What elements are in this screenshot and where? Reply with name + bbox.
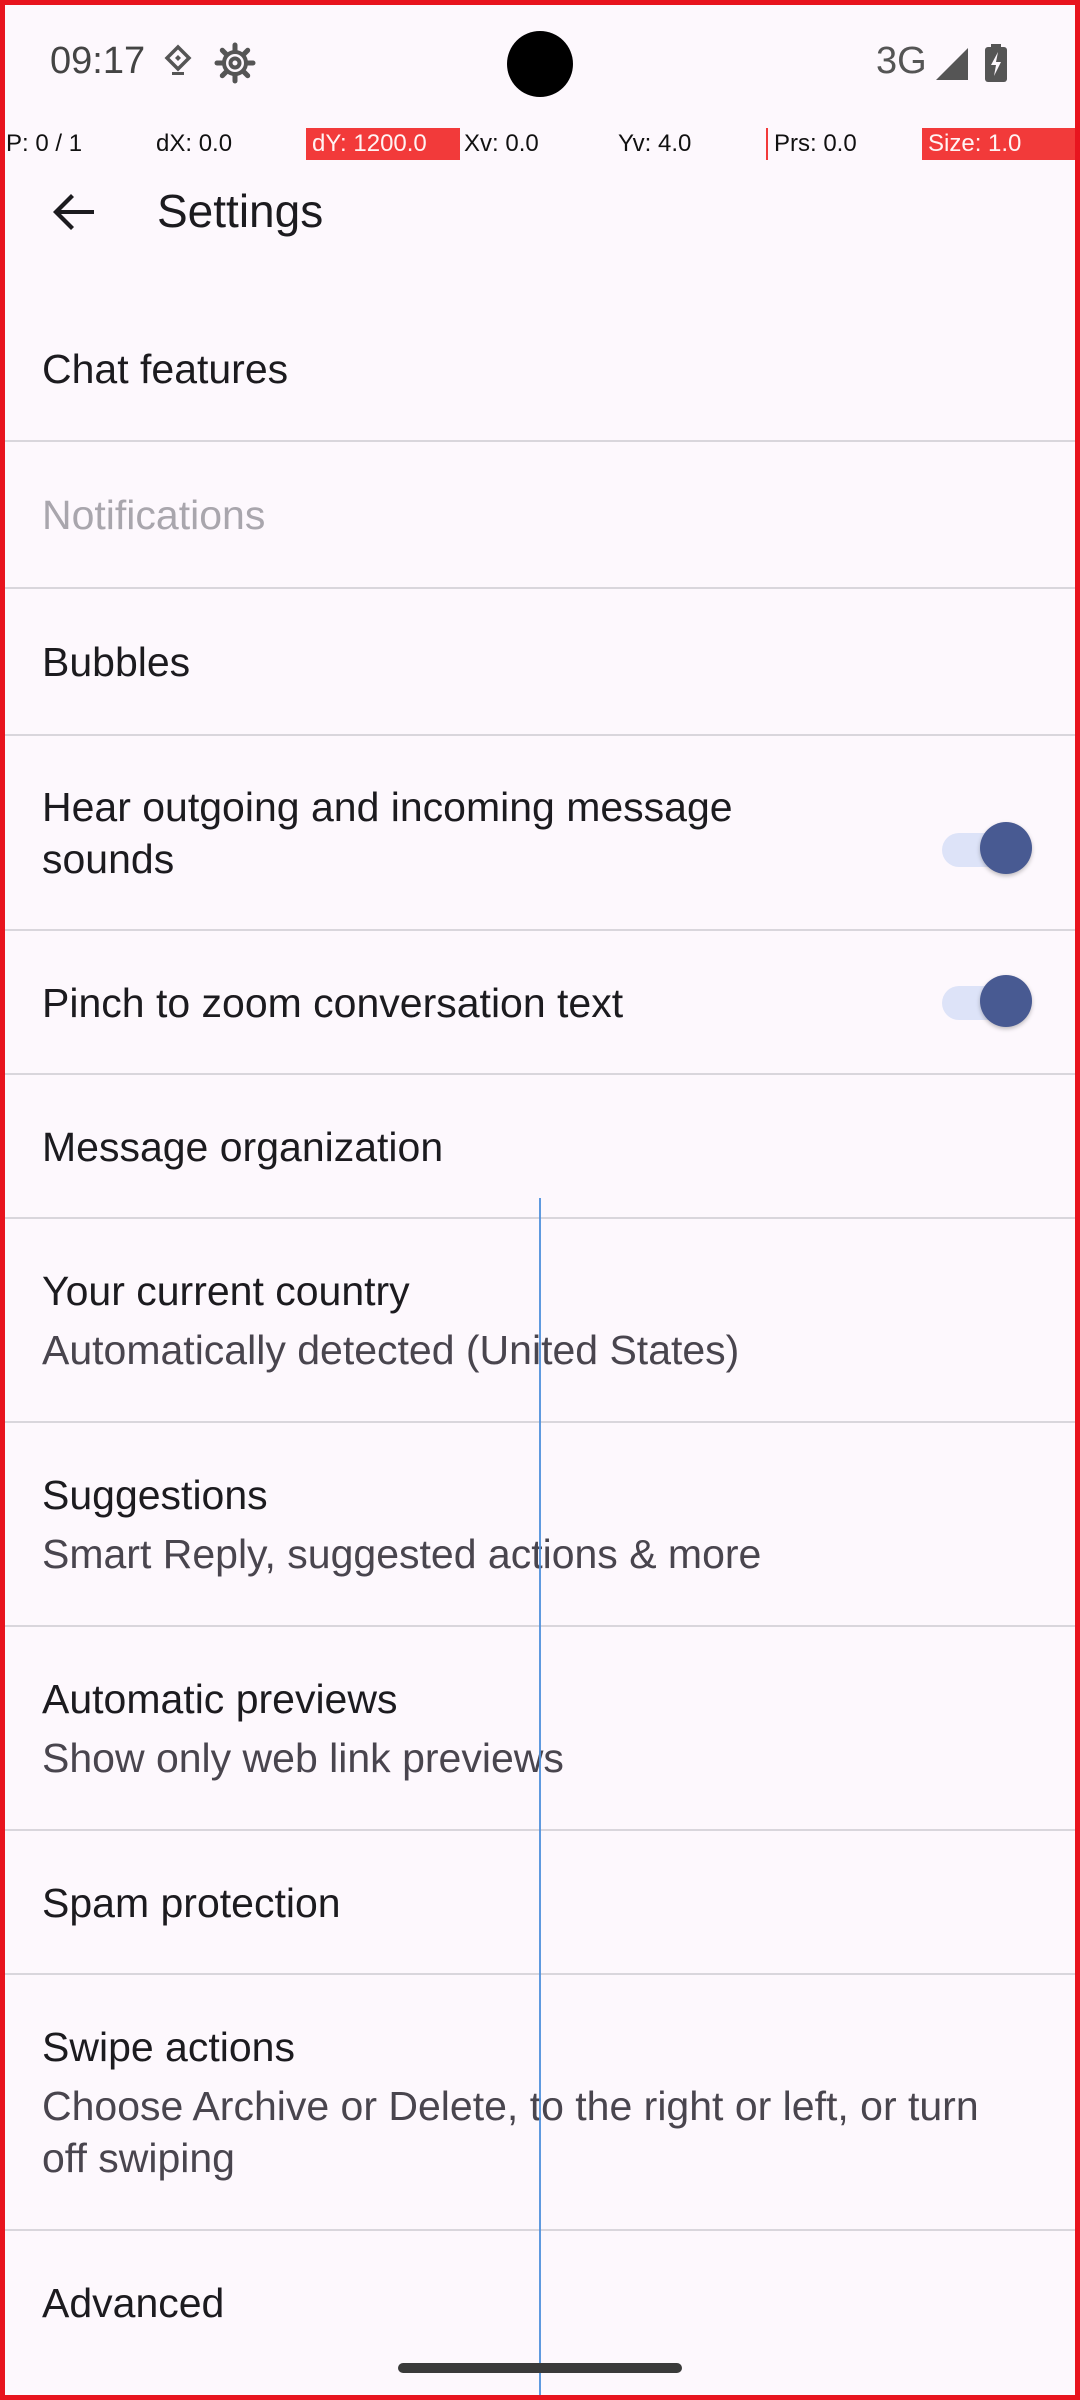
signal-icon [934,46,970,87]
settings-item-message-sounds[interactable]: Hear outgoing and incoming message sound… [5,736,1075,931]
status-time: 09:17 [50,40,146,82]
item-subtitle: Show only web link previews [42,1735,564,1781]
debug-size: Size: 1.0 [922,128,1080,160]
camera-cutout [507,31,573,97]
debug-pressure: Prs: 0.0 [766,128,857,160]
item-subtitle: Smart Reply, suggested actions & more [42,1531,762,1577]
item-title: Notifications [42,492,266,538]
back-button[interactable] [36,174,112,250]
location-icon [163,44,193,83]
item-title: Suggestions [42,1472,268,1518]
debug-dy: dY: 1200.0 [306,128,460,160]
message-sounds-toggle[interactable] [942,822,1032,874]
settings-item-chat-features[interactable]: Chat features [5,296,1075,442]
item-title: Chat features [42,346,289,392]
settings-item-bubbles[interactable]: Bubbles [5,589,1075,736]
item-title: Message organization [42,1124,444,1170]
item-title[interactable]: Bubbles [42,636,190,688]
item-title: Automatic previews [42,1676,398,1722]
settings-item-notifications: Notifications [5,442,1075,589]
pinch-to-zoom-toggle[interactable] [942,975,1032,1027]
item-subtitle: Automatically detected (United States) [42,1327,740,1373]
item-title: Swipe actions [42,2024,295,2070]
item-title: Hear outgoing and incoming message sound… [42,784,733,882]
pointer-debug-bar: P: 0 / 1 dX: 0.0 dY: 1200.0 Xv: 0.0 Yv: … [0,128,1080,160]
toggle-thumb [980,975,1032,1027]
item-title: Pinch to zoom conversation text [42,980,624,1026]
debug-pointer-count: P: 0 / 1 [6,130,83,157]
toggle-thumb [980,822,1032,874]
item-title: Your current country [42,1268,410,1314]
pointer-trace-line [539,1198,541,2400]
debug-xv: Xv: 0.0 [464,130,539,157]
settings-gear-icon [214,42,256,89]
app-bar: Settings [0,160,1080,264]
settings-item-pinch-to-zoom[interactable]: Pinch to zoom conversation text [5,931,1075,1075]
network-type: 3G [876,40,927,82]
item-subtitle: Choose Archive or Delete, to the right o… [42,2083,979,2181]
item-title: Spam protection [42,1880,341,1926]
battery-charging-icon [984,44,1008,87]
item-title: Advanced [42,2280,225,2326]
back-arrow-icon [53,194,94,230]
status-bar: 09:17 3G [0,0,1080,128]
page-title: Settings [157,185,324,237]
debug-yv: Yv: 4.0 [618,130,692,157]
gesture-home-bar[interactable] [398,2363,682,2373]
debug-dx: dX: 0.0 [156,130,233,157]
